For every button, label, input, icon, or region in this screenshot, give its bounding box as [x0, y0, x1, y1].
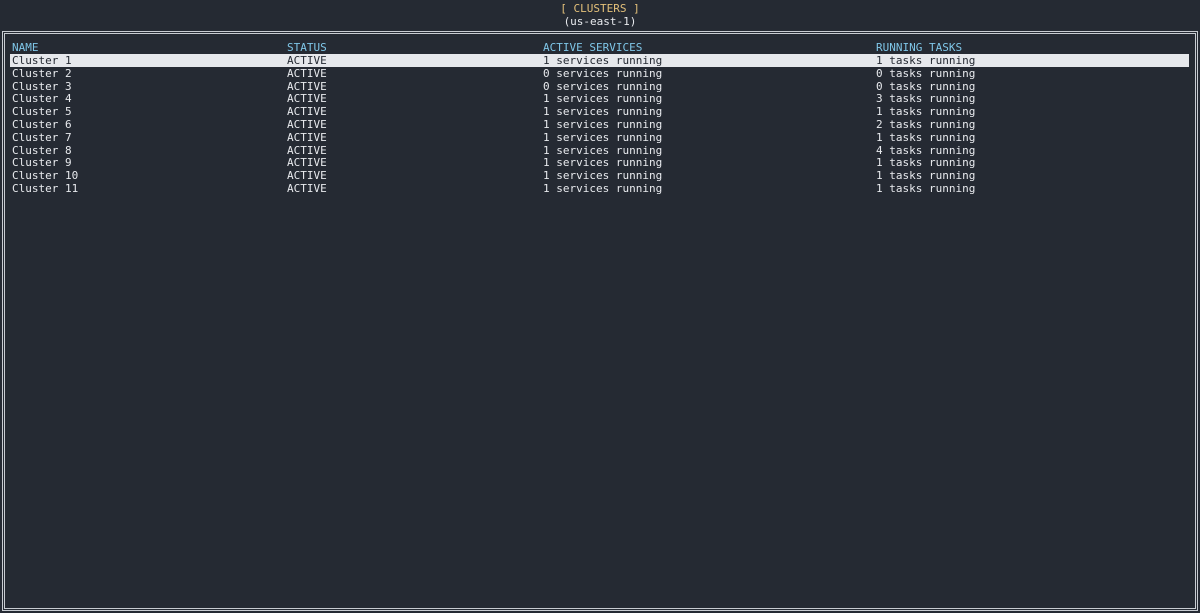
cluster-status: ACTIVE	[287, 156, 327, 169]
cluster-status: ACTIVE	[287, 105, 327, 118]
table-row[interactable]: Cluster 4 ACTIVE 1 services running 3 ta…	[10, 92, 1189, 105]
table-row[interactable]: Cluster 1 ACTIVE 1 services running 1 ta…	[10, 54, 1189, 67]
cluster-name: Cluster 10	[12, 169, 79, 182]
column-header-active-services: ACTIVE SERVICES	[543, 41, 643, 54]
cluster-name: Cluster 4	[12, 92, 72, 105]
cluster-name: Cluster 6	[12, 118, 72, 131]
table-header: NAME STATUS ACTIVE SERVICES RUNNING TASK…	[10, 41, 1189, 54]
cluster-active-services: 1 services running	[543, 131, 663, 144]
cluster-running-tasks: 0 tasks running	[876, 67, 976, 80]
cluster-running-tasks: 1 tasks running	[876, 182, 976, 195]
cluster-status: ACTIVE	[287, 67, 327, 80]
cluster-running-tasks: 2 tasks running	[876, 118, 976, 131]
column-header-status: STATUS	[287, 41, 327, 54]
table-row[interactable]: Cluster 11 ACTIVE 1 services running 1 t…	[10, 182, 1189, 195]
cluster-active-services: 1 services running	[543, 92, 663, 105]
column-header-name: NAME	[12, 41, 39, 54]
cluster-active-services: 1 services running	[543, 156, 663, 169]
cluster-active-services: 1 services running	[543, 105, 663, 118]
cluster-name: Cluster 2	[12, 67, 72, 80]
cluster-status: ACTIVE	[287, 169, 327, 182]
cluster-name: Cluster 5	[12, 105, 72, 118]
table-row[interactable]: Cluster 7 ACTIVE 1 services running 1 ta…	[10, 131, 1189, 144]
cluster-running-tasks: 1 tasks running	[876, 54, 976, 67]
cluster-running-tasks: 3 tasks running	[876, 92, 976, 105]
table-row[interactable]: Cluster 5 ACTIVE 1 services running 1 ta…	[10, 105, 1189, 118]
cluster-name: Cluster 11	[12, 182, 79, 195]
cluster-active-services: 1 services running	[543, 118, 663, 131]
cluster-name: Cluster 7	[12, 131, 72, 144]
cluster-name: Cluster 9	[12, 156, 72, 169]
cluster-active-services: 1 services running	[543, 54, 663, 67]
table-row[interactable]: Cluster 2 ACTIVE 0 services running 0 ta…	[10, 67, 1189, 80]
cluster-status: ACTIVE	[287, 131, 327, 144]
column-header-running-tasks: RUNNING TASKS	[876, 41, 963, 54]
cluster-running-tasks: 1 tasks running	[876, 169, 976, 182]
table-row[interactable]: Cluster 9 ACTIVE 1 services running 1 ta…	[10, 156, 1189, 169]
cluster-status: ACTIVE	[287, 54, 327, 67]
cluster-name: Cluster 1	[12, 54, 72, 67]
cluster-running-tasks: 1 tasks running	[876, 105, 976, 118]
cluster-status: ACTIVE	[287, 182, 327, 195]
cluster-active-services: 1 services running	[543, 169, 663, 182]
cluster-active-services: 1 services running	[543, 182, 663, 195]
cluster-active-services: 0 services running	[543, 67, 663, 80]
table-row[interactable]: Cluster 6 ACTIVE 1 services running 2 ta…	[10, 118, 1189, 131]
view-title: [ CLUSTERS ]	[560, 2, 640, 15]
region-label: (us-east-1)	[563, 15, 637, 28]
cluster-status: ACTIVE	[287, 118, 327, 131]
table-row[interactable]: Cluster 10 ACTIVE 1 services running 1 t…	[10, 169, 1189, 182]
cluster-running-tasks: 1 tasks running	[876, 156, 976, 169]
cluster-running-tasks: 1 tasks running	[876, 131, 976, 144]
cluster-status: ACTIVE	[287, 92, 327, 105]
